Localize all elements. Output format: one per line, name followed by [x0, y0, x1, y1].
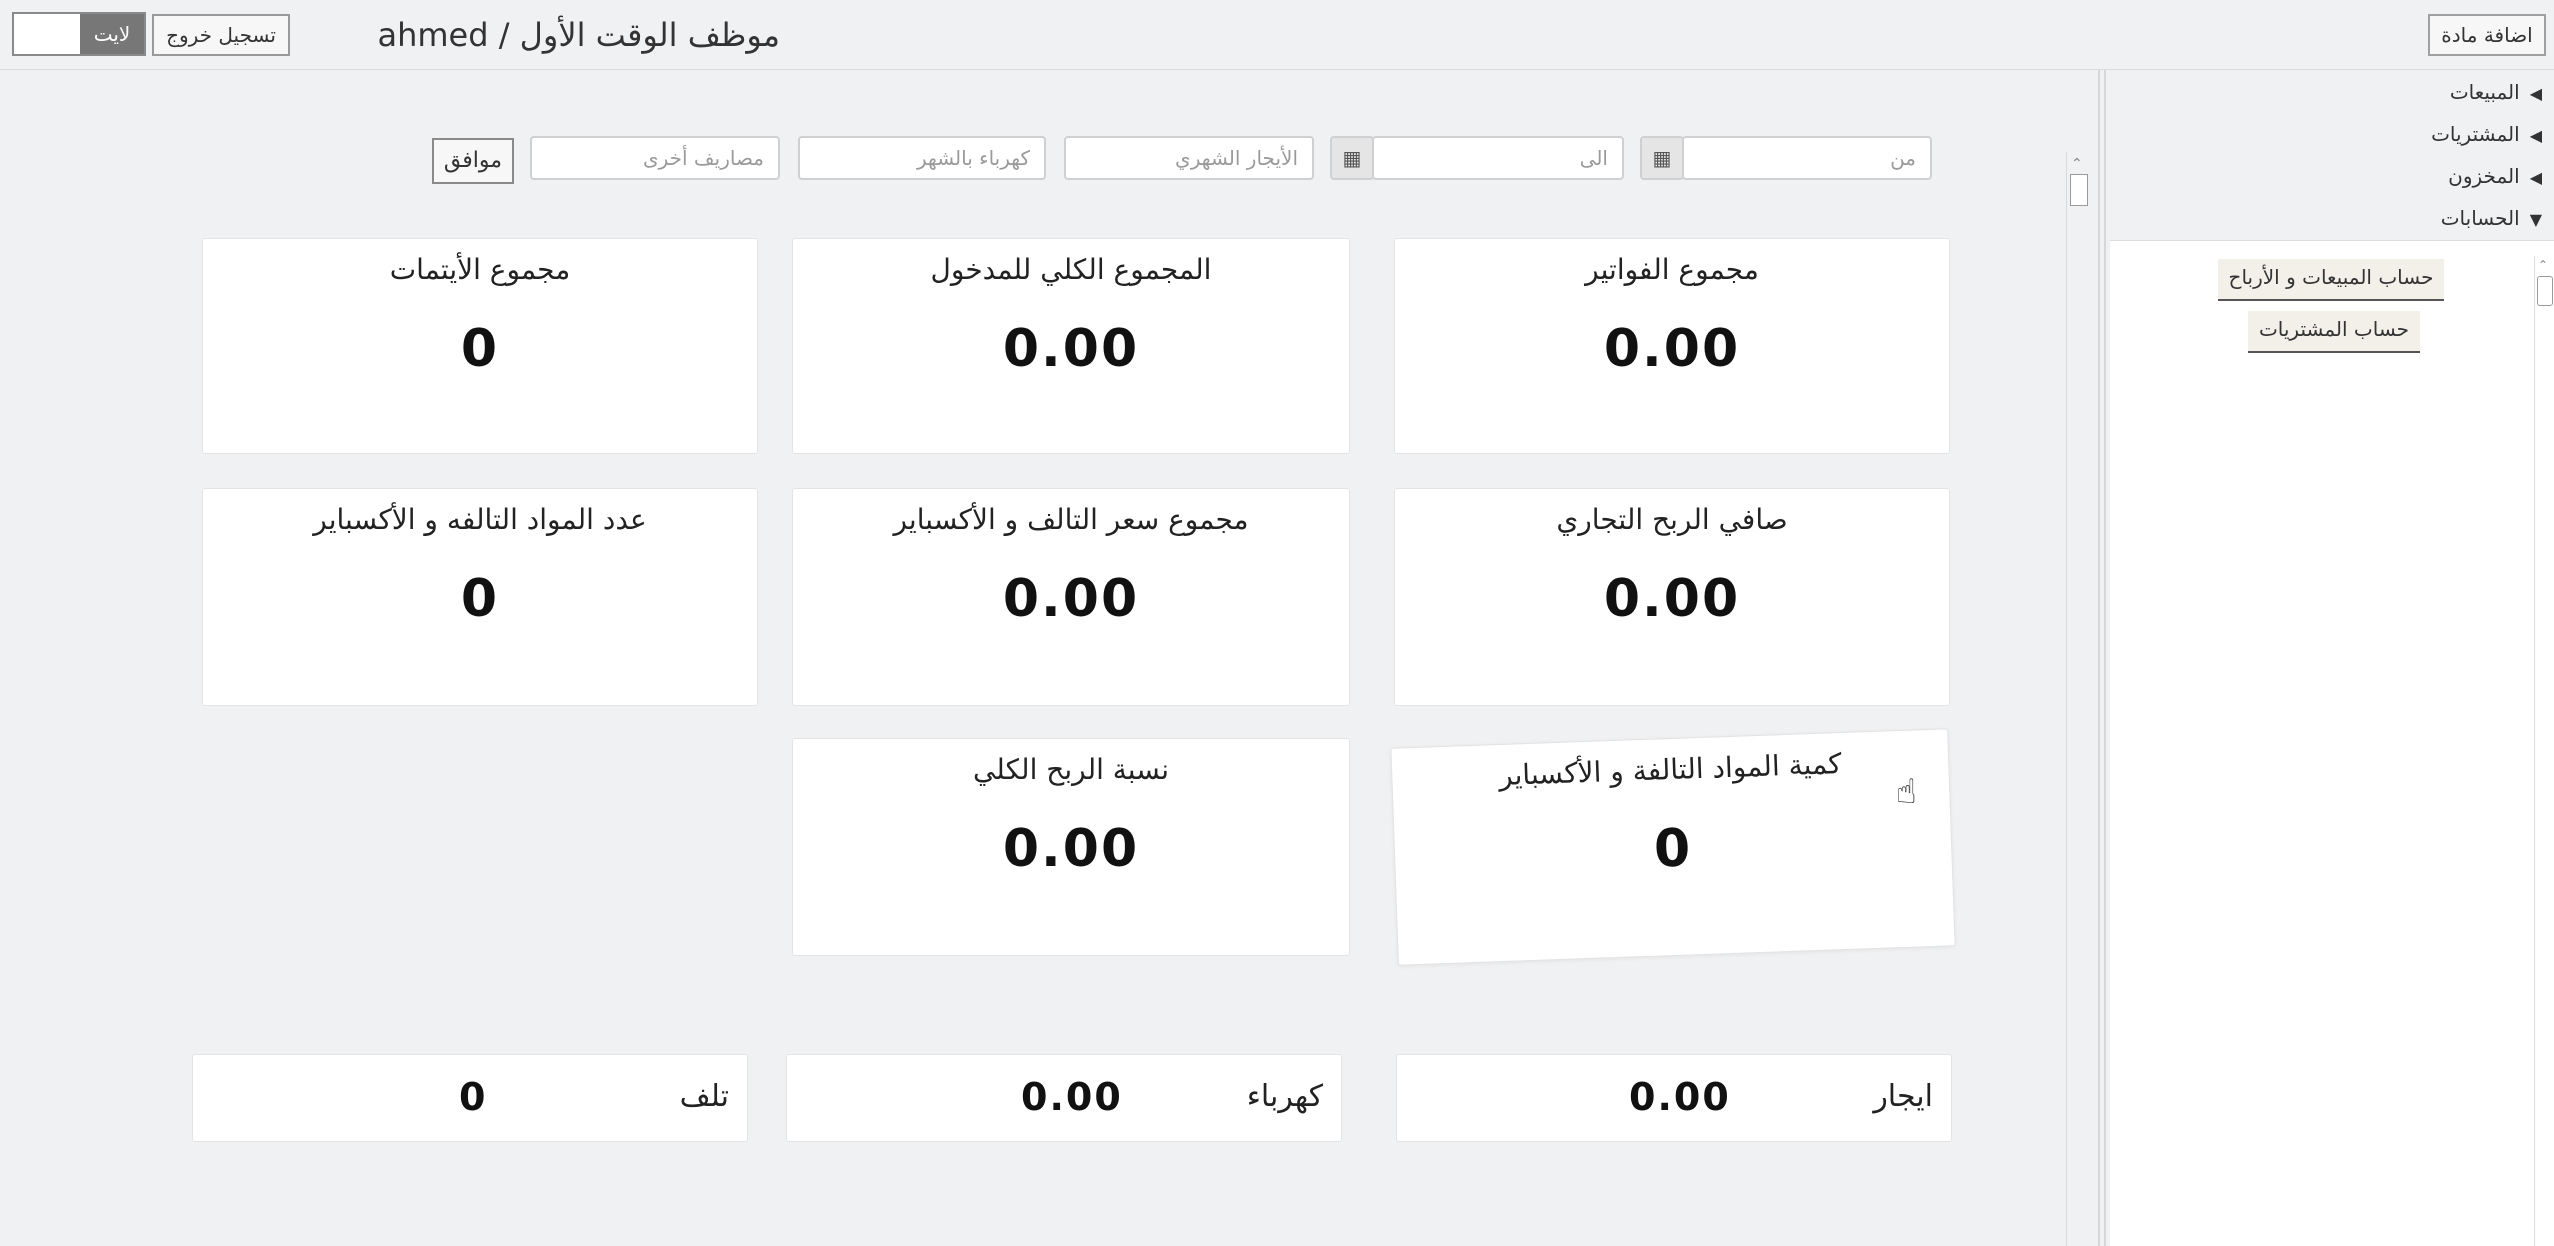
stat-card-invoices: مجموع الفواتير 0.00 [1394, 238, 1950, 454]
caret-left-icon: ◀ [2529, 84, 2542, 103]
scrollbar-thumb[interactable] [2070, 174, 2088, 206]
summary-electricity: كهرباء 0.00 [786, 1054, 1342, 1142]
sidebar-item-label: المشتريات [2431, 122, 2520, 146]
ok-button[interactable]: موافق [432, 138, 514, 184]
stat-card-income: المجموع الكلي للمدخول 0.00 [792, 238, 1350, 454]
sidebar-item-label: الحسابات [2440, 206, 2520, 230]
page-title: ahmed / موظف الوقت الأول [377, 16, 780, 54]
scrollbar-thumb[interactable] [2537, 276, 2553, 306]
other-expenses-input[interactable]: مصاريف أخرى [530, 136, 780, 180]
logout-button[interactable]: تسجيل خروج [152, 14, 290, 56]
sidebar-item-purchases[interactable]: المشتريات ◀ [2431, 118, 2542, 150]
to-date-input[interactable]: الى [1372, 136, 1624, 180]
summary-label: تلف [679, 1079, 729, 1114]
caret-left-icon: ◀ [2529, 168, 2542, 187]
summary-value: 0.00 [1629, 1075, 1731, 1119]
summary-label: كهرباء [1246, 1079, 1323, 1114]
stat-card-title: نسبة الربح الكلي [972, 753, 1170, 786]
stat-card-value: 0.00 [1603, 319, 1741, 379]
stat-card-title: مجموع الأيتمات [389, 253, 571, 286]
summary-value: 0.00 [1021, 1075, 1123, 1119]
from-date-input[interactable]: من [1682, 136, 1932, 180]
theme-toggle-knob[interactable]: لايت [80, 14, 144, 54]
caret-left-icon: ◀ [2529, 126, 2542, 145]
monthly-rent-input[interactable]: الأيجار الشهري [1064, 136, 1314, 180]
stat-card-title: كمية المواد التالفة و الأكسباير [1498, 747, 1843, 793]
stat-card-orphans: مجموع الأيتمات 0 [202, 238, 758, 454]
calendar-icon[interactable]: ▦ [1640, 136, 1684, 180]
purchases-account-button[interactable]: حساب المشتريات [2248, 311, 2420, 353]
sales-profit-account-button[interactable]: حساب المبيعات و الأرباح [2218, 259, 2444, 301]
stat-card-profit-ratio: نسبة الربح الكلي 0.00 [792, 738, 1350, 956]
scroll-up-icon[interactable]: ⌃ [2538, 258, 2548, 272]
sidebar-item-sales[interactable]: المبيعات ◀ [2450, 76, 2542, 108]
theme-toggle[interactable]: لايت [12, 12, 146, 56]
stat-card-value: 0.00 [1002, 819, 1140, 879]
stat-card-value: 0.00 [1002, 569, 1140, 629]
stat-card-value: 0 [1652, 818, 1694, 880]
stat-card-value: 0 [460, 569, 500, 629]
stat-card-value: 0.00 [1002, 319, 1140, 379]
accounts-submenu: حساب المبيعات و الأرباح حساب المشتريات [2110, 240, 2554, 1246]
stat-card-value: 0.00 [1603, 569, 1741, 629]
main-scrollbar[interactable]: ⌃ [2066, 152, 2088, 1246]
sidebar-item-label: المبيعات [2449, 80, 2520, 104]
stat-card-title: مجموع سعر التالف و الأكسباير [893, 503, 1249, 536]
stat-card-title: مجموع الفواتير [1585, 253, 1759, 286]
summary-value: 0 [459, 1075, 488, 1119]
calendar-icon[interactable]: ▦ [1330, 136, 1374, 180]
scroll-up-icon[interactable]: ⌃ [2071, 156, 2083, 172]
sidebar-scrollbar[interactable]: ⌃ [2534, 256, 2553, 1246]
summary-label: ايجار [1873, 1079, 1933, 1114]
sidebar-item-label: المخزون [2448, 164, 2520, 188]
summary-rent: ايجار 0.00 [1396, 1054, 1952, 1142]
stat-card-title: عدد المواد التالفه و الأكسباير [313, 503, 647, 536]
stat-card-title: المجموع الكلي للمدخول [930, 253, 1212, 286]
stat-card-title: صافي الربح التجاري [1556, 503, 1788, 536]
sidebar-item-inventory[interactable]: المخزون ◀ [2448, 160, 2542, 192]
add-item-button[interactable]: اضافة مادة [2428, 14, 2546, 56]
summary-damage: تلف 0 [192, 1054, 748, 1142]
stat-card-damaged-count: عدد المواد التالفه و الأكسباير 0 [202, 488, 758, 706]
stat-card-value: 0 [460, 319, 500, 379]
hand-cursor-icon: ☝ [1896, 772, 1917, 812]
stat-card-damaged-quantity[interactable]: كمية المواد التالفة و الأكسباير 0 [1390, 728, 1956, 966]
stat-card-damaged-price: مجموع سعر التالف و الأكسباير 0.00 [792, 488, 1350, 706]
sidebar-item-accounts[interactable]: الحسابات ▼ [2441, 202, 2542, 234]
monthly-electricity-input[interactable]: كهرباء بالشهر [798, 136, 1046, 180]
caret-down-icon: ▼ [2529, 210, 2542, 229]
stat-card-net-profit: صافي الربح التجاري 0.00 [1394, 488, 1950, 706]
